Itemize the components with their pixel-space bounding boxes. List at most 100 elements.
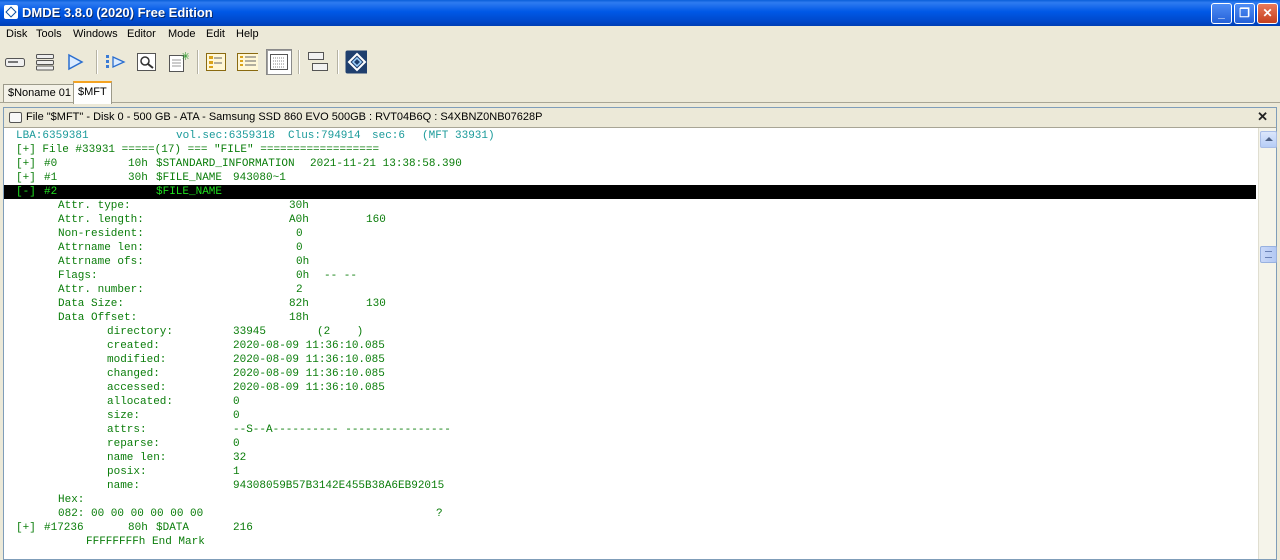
- scroll-thumb[interactable]: [1260, 246, 1277, 263]
- grid-view-icon[interactable]: [266, 49, 292, 75]
- filename-field-row[interactable]: reparse: 0: [4, 437, 1256, 451]
- field-label: reparse:: [107, 438, 160, 450]
- minimize-button[interactable]: _: [1211, 3, 1232, 24]
- filename-field-row[interactable]: directory: 33945 (2 ): [4, 325, 1256, 339]
- vertical-scrollbar[interactable]: [1258, 128, 1277, 559]
- toolbar: ✳: [0, 46, 1280, 81]
- filename-field-row[interactable]: created: 2020-08-09 11:36:10.085: [4, 339, 1256, 353]
- filename-field-row[interactable]: changed: 2020-08-09 11:36:10.085: [4, 367, 1256, 381]
- selected-attribute-row[interactable]: [-] #2 $FILE_NAME: [4, 185, 1256, 199]
- search-icon[interactable]: [136, 51, 158, 73]
- play-icon[interactable]: [64, 51, 86, 73]
- field-row[interactable]: Attr. length: A0h 160: [4, 213, 1256, 227]
- filename-field-row[interactable]: modified: 2020-08-09 11:36:10.085: [4, 353, 1256, 367]
- filename-field-row[interactable]: size: 0: [4, 409, 1256, 423]
- filename-field-row[interactable]: accessed: 2020-08-09 11:36:10.085: [4, 381, 1256, 395]
- hex-label: Hex:: [58, 494, 85, 506]
- field-value: --S--A---------- ----------------: [233, 424, 451, 436]
- expand-toggle[interactable]: [+]: [16, 171, 36, 185]
- field-row[interactable]: Attrname len: 0: [4, 241, 1256, 255]
- expand-toggle[interactable]: [+]: [16, 521, 36, 535]
- file-panel-icon[interactable]: [205, 51, 227, 73]
- document-tabs: $Noname 01 $MFT: [0, 80, 1280, 104]
- attribute-offset: 30h: [128, 172, 148, 184]
- field-row[interactable]: Attrname ofs: 0h: [4, 255, 1256, 269]
- attribute-value: 943080~1: [233, 172, 286, 184]
- scroll-up-icon[interactable]: [1260, 131, 1277, 148]
- go-to-icon[interactable]: [105, 51, 127, 73]
- field-row[interactable]: Attr. type: 30h: [4, 199, 1256, 213]
- filename-field-row[interactable]: name: 94308059B57B3142E455B38A6EB92015: [4, 479, 1256, 493]
- collapse-toggle[interactable]: [-]: [16, 185, 36, 199]
- field-row[interactable]: Data Size: 82h 130: [4, 297, 1256, 311]
- attribute-number: #1: [44, 172, 58, 184]
- field-row[interactable]: Attr. number: 2: [4, 283, 1256, 297]
- field-hex: 0h: [296, 270, 310, 282]
- window-title: DMDE 3.8.0 (2020) Free Edition: [22, 5, 213, 20]
- expand-toggle[interactable]: [+]: [16, 157, 36, 171]
- filename-field-row[interactable]: allocated: 0: [4, 395, 1256, 409]
- menu-tools[interactable]: Tools: [36, 28, 62, 40]
- field-decimal: 160: [366, 214, 386, 226]
- partitions-icon[interactable]: [34, 51, 56, 73]
- field-label: attrs:: [107, 424, 147, 436]
- editor-panel: File "$MFT" - Disk 0 - 500 GB - ATA - Sa…: [3, 107, 1277, 560]
- field-value: 1: [233, 466, 240, 478]
- close-button[interactable]: ✕: [1257, 3, 1278, 24]
- list-view-icon[interactable]: [236, 51, 258, 73]
- svg-text:✳: ✳: [181, 51, 189, 63]
- disk-icon[interactable]: [4, 51, 26, 73]
- panel-header: File "$MFT" - Disk 0 - 500 GB - ATA - Sa…: [4, 108, 1276, 128]
- filename-field-row[interactable]: name len: 32: [4, 451, 1256, 465]
- split-window-icon[interactable]: [307, 51, 329, 73]
- field-label: directory:: [107, 326, 174, 338]
- field-row[interactable]: Data Offset: 18h: [4, 311, 1256, 325]
- field-label: name:: [107, 480, 141, 492]
- field-label: created:: [107, 340, 160, 352]
- field-label: Data Size:: [58, 298, 125, 310]
- lba-line: LBA:6359381 vol.sec:6359318 Clus:794914 …: [4, 129, 1256, 143]
- menu-bar: Disk Tools Windows Editor Mode Edit Help: [0, 26, 1280, 44]
- field-label: Non-resident:: [58, 228, 144, 240]
- file-header-line[interactable]: [+] File #33931 =====(17) === "FILE" ===…: [4, 143, 1256, 157]
- field-hex: 0: [296, 228, 303, 240]
- field-label: Attr. length:: [58, 214, 144, 226]
- mft-record-view[interactable]: LBA:6359381 vol.sec:6359318 Clus:794914 …: [4, 128, 1256, 559]
- sector-number: sec:6: [372, 130, 406, 142]
- lba-value: LBA:6359381: [16, 130, 89, 142]
- attribute-name: $STANDARD_INFORMATION: [156, 158, 295, 170]
- field-label: Attrname len:: [58, 242, 144, 254]
- field-hex: 30h: [289, 200, 309, 212]
- tab-noname-01[interactable]: $Noname 01: [3, 84, 76, 102]
- attribute-number: #2: [44, 186, 58, 198]
- menu-mode[interactable]: Mode: [168, 28, 196, 40]
- menu-help[interactable]: Help: [236, 28, 259, 40]
- menu-editor[interactable]: Editor: [127, 28, 156, 40]
- field-label: Attr. number:: [58, 284, 144, 296]
- field-row[interactable]: Flags: 0h -- --: [4, 269, 1256, 283]
- attribute-row[interactable]: [+] #1 30h $FILE_NAME 943080~1: [4, 171, 1256, 185]
- dmde-logo-icon[interactable]: [345, 50, 367, 74]
- hex-ascii: ?: [436, 508, 443, 520]
- mft-number: (MFT 33931): [422, 130, 495, 142]
- attribute-name: $FILE_NAME: [156, 186, 223, 198]
- hex-label-row: Hex:: [4, 493, 1256, 507]
- filename-field-row[interactable]: posix: 1: [4, 465, 1256, 479]
- menu-windows[interactable]: Windows: [73, 28, 118, 40]
- flags-value: -- --: [324, 270, 358, 282]
- tab-mft[interactable]: $MFT: [73, 81, 112, 104]
- hex-dump-row[interactable]: 082: 00 00 00 00 00 00 ?: [4, 507, 1256, 521]
- field-hex: 0: [296, 242, 303, 254]
- menu-edit[interactable]: Edit: [206, 28, 225, 40]
- field-row[interactable]: Non-resident: 0: [4, 227, 1256, 241]
- new-document-icon[interactable]: ✳: [167, 51, 189, 73]
- maximize-button[interactable]: ❐: [1234, 3, 1255, 24]
- panel-close-icon[interactable]: ✕: [1257, 109, 1268, 125]
- volume-sector: vol.sec:6359318: [176, 130, 276, 142]
- filename-field-row[interactable]: attrs: --S--A---------- ----------------: [4, 423, 1256, 437]
- menu-disk[interactable]: Disk: [6, 28, 27, 40]
- attribute-row[interactable]: [+] #0 10h $STANDARD_INFORMATION 2021-11…: [4, 157, 1256, 171]
- panel-title: File "$MFT" - Disk 0 - 500 GB - ATA - Sa…: [26, 111, 543, 123]
- field-label: Flags:: [58, 270, 98, 282]
- attribute-row[interactable]: [+] #17236 80h $DATA 216: [4, 521, 1256, 535]
